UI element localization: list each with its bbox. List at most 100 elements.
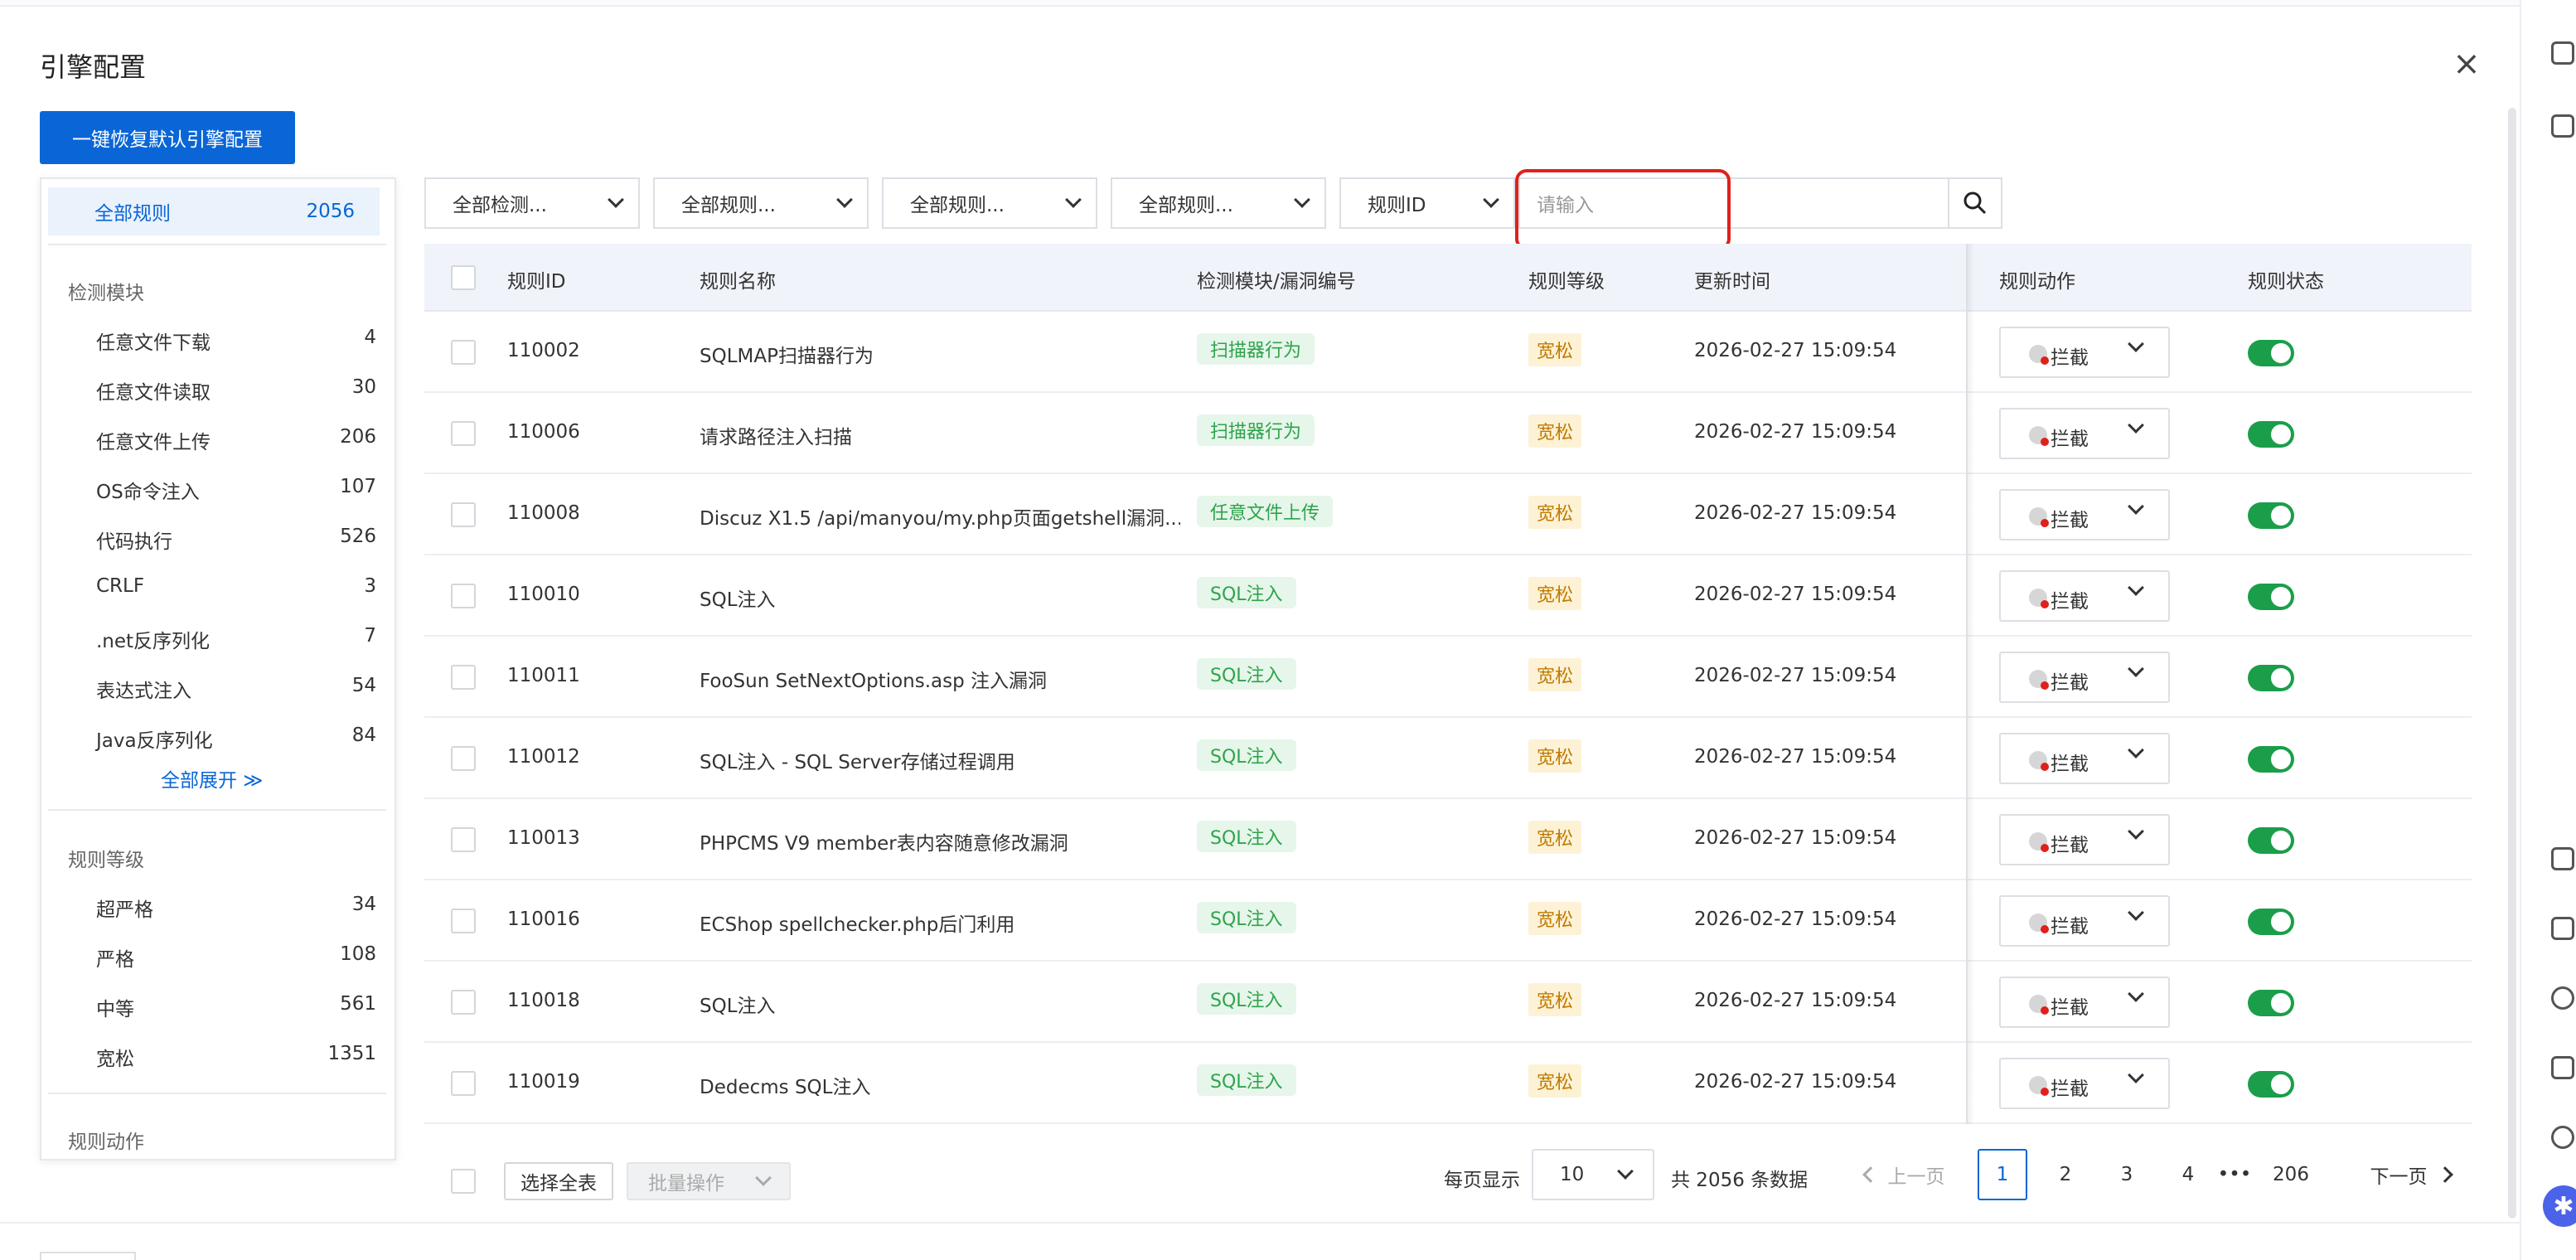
row-checkbox[interactable] (451, 827, 476, 852)
filter-rule-action[interactable]: 全部规则... (882, 177, 1097, 229)
sidebar-item-count: 2056 (306, 201, 355, 222)
restore-default-button[interactable]: 一键恢复默认引擎配置 (40, 111, 295, 164)
sidebar-item[interactable]: 超严格 34 (96, 894, 395, 922)
rule-action-select[interactable]: 拦截 (1999, 489, 2170, 540)
document-icon[interactable] (2551, 41, 2574, 65)
rule-id: 110010 (507, 584, 580, 605)
expand-all-link[interactable]: 全部展开 ≫ (161, 764, 263, 792)
page-size-select[interactable]: 10 (1532, 1149, 1654, 1200)
rule-status-toggle[interactable] (2248, 990, 2294, 1016)
row-checkbox[interactable] (451, 421, 476, 446)
select-all-button[interactable]: 选择全表 (504, 1162, 613, 1200)
block-icon (2029, 589, 2049, 608)
filter-detection-module[interactable]: 全部检测... (424, 177, 640, 229)
rule-action-select[interactable]: 拦截 (1999, 408, 2170, 459)
rule-action-select[interactable]: 拦截 (1999, 1058, 2170, 1109)
sidebar-item-count: 84 (351, 724, 376, 746)
page-ellipsis[interactable]: ••• (2210, 1149, 2259, 1200)
row-checkbox[interactable] (451, 990, 476, 1015)
chevron-down-icon (1065, 191, 1082, 208)
rule-status-toggle[interactable] (2248, 340, 2294, 366)
module-tag: SQL注入 (1197, 1064, 1296, 1096)
row-checkbox[interactable] (451, 909, 476, 933)
sidebar-item[interactable]: .net反序列化 7 (96, 625, 395, 653)
headset-icon[interactable] (2551, 1126, 2574, 1149)
chevron-down-icon (755, 1170, 772, 1186)
filter-label: 规则ID (1368, 195, 1426, 216)
sidebar-item[interactable]: 任意文件读取 30 (96, 376, 395, 405)
module-tag: SQL注入 (1197, 821, 1296, 852)
sidebar-item-all-rules[interactable]: 全部规则 2056 (48, 187, 380, 235)
batch-action-select[interactable]: 批量操作 (627, 1162, 791, 1200)
chevron-down-icon (2128, 579, 2144, 596)
filter-search-field[interactable]: 规则ID (1339, 177, 1515, 229)
rule-status-toggle[interactable] (2248, 665, 2294, 691)
sidebar-item[interactable]: 严格 108 (96, 943, 395, 972)
sidebar-item[interactable]: 任意文件下载 4 (96, 327, 395, 355)
level-tag: 宽松 (1528, 333, 1582, 366)
chevron-down-icon (2128, 661, 2144, 677)
sidebar-item[interactable]: 任意文件上传 206 (96, 426, 395, 454)
chevron-down-icon (2128, 823, 2144, 840)
rule-status-toggle[interactable] (2248, 909, 2294, 935)
row-checkbox[interactable] (451, 502, 476, 527)
prev-label: 上一页 (1887, 1166, 1945, 1188)
table-row: 110013 PHPCMS V9 member表内容随意修改漏洞 SQL注入 宽… (424, 799, 2472, 880)
edit-icon[interactable] (2551, 1056, 2574, 1079)
rule-status-toggle[interactable] (2248, 827, 2294, 854)
sidebar-item[interactable]: OS命令注入 107 (96, 476, 395, 504)
rule-action-select[interactable]: 拦截 (1999, 733, 2170, 784)
cube-icon[interactable] (2551, 114, 2574, 138)
update-time: 2026-02-27 15:09:54 (1694, 665, 1897, 686)
rule-status-toggle[interactable] (2248, 421, 2294, 448)
sidebar-item[interactable]: 宽松 1351 (96, 1043, 395, 1071)
level-tag: 宽松 (1528, 1064, 1582, 1098)
rule-name: Dedecms SQL注入 (700, 1077, 871, 1098)
filter-rule-level[interactable]: 全部规则... (653, 177, 869, 229)
rule-status-toggle[interactable] (2248, 1071, 2294, 1098)
row-checkbox[interactable] (451, 584, 476, 608)
rule-action-select[interactable]: 拦截 (1999, 976, 2170, 1028)
page-button-4[interactable]: 4 (2163, 1149, 2213, 1200)
page-size-label: 每页显示 (1444, 1170, 1520, 1191)
table-row: 110018 SQL注入 SQL注入 宽松 2026-02-27 15:09:5… (424, 962, 2472, 1043)
row-checkbox[interactable] (451, 746, 476, 771)
rule-action-select[interactable]: 拦截 (1999, 814, 2170, 865)
sidebar-item-count: 107 (340, 476, 376, 497)
sidebar-item[interactable]: CRLF 3 (96, 575, 395, 597)
filter-rule-status[interactable]: 全部规则... (1111, 177, 1326, 229)
next-page-button[interactable]: 下一页 (2352, 1149, 2468, 1200)
rule-action-select[interactable]: 拦截 (1999, 652, 2170, 703)
sidebar-item[interactable]: 中等 561 (96, 993, 395, 1021)
rule-action-select[interactable]: 拦截 (1999, 895, 2170, 947)
close-icon[interactable]: × (2452, 47, 2482, 81)
page-button-3[interactable]: 3 (2102, 1149, 2152, 1200)
page-button-1[interactable]: 1 (1978, 1149, 2027, 1200)
prev-page-button[interactable]: 上一页 (1855, 1149, 1954, 1200)
scrollbar[interactable] (2508, 108, 2516, 1219)
table-row: 110016 ECShop spellchecker.php后门利用 SQL注入… (424, 880, 2472, 962)
sidebar-item[interactable]: 代码执行 526 (96, 526, 395, 554)
sidebar-item[interactable]: Java反序列化 84 (96, 724, 395, 753)
rule-status-toggle[interactable] (2248, 584, 2294, 610)
sidebar-item[interactable]: 表达式注入 54 (96, 675, 395, 703)
page-button-last[interactable]: 206 (2266, 1149, 2316, 1200)
row-checkbox[interactable] (451, 665, 476, 690)
gear-icon[interactable] (2551, 986, 2574, 1010)
page-button-2[interactable]: 2 (2041, 1149, 2090, 1200)
feedback-icon[interactable] (2551, 847, 2574, 870)
row-checkbox[interactable] (451, 340, 476, 365)
footer-checkbox[interactable] (451, 1169, 476, 1194)
rule-action-select[interactable]: 拦截 (1999, 327, 2170, 378)
header-checkbox[interactable] (451, 265, 476, 290)
ai-chip-icon[interactable] (2551, 917, 2574, 940)
level-tag: 宽松 (1528, 739, 1582, 773)
rule-status-toggle[interactable] (2248, 746, 2294, 773)
rule-action-select[interactable]: 拦截 (1999, 570, 2170, 622)
bottom-button-stub[interactable] (40, 1252, 136, 1260)
row-checkbox[interactable] (451, 1071, 476, 1096)
search-icon[interactable] (1948, 177, 2002, 229)
rule-status-toggle[interactable] (2248, 502, 2294, 529)
chevron-down-icon (2128, 1067, 2144, 1083)
chevron-down-icon (2128, 742, 2144, 758)
